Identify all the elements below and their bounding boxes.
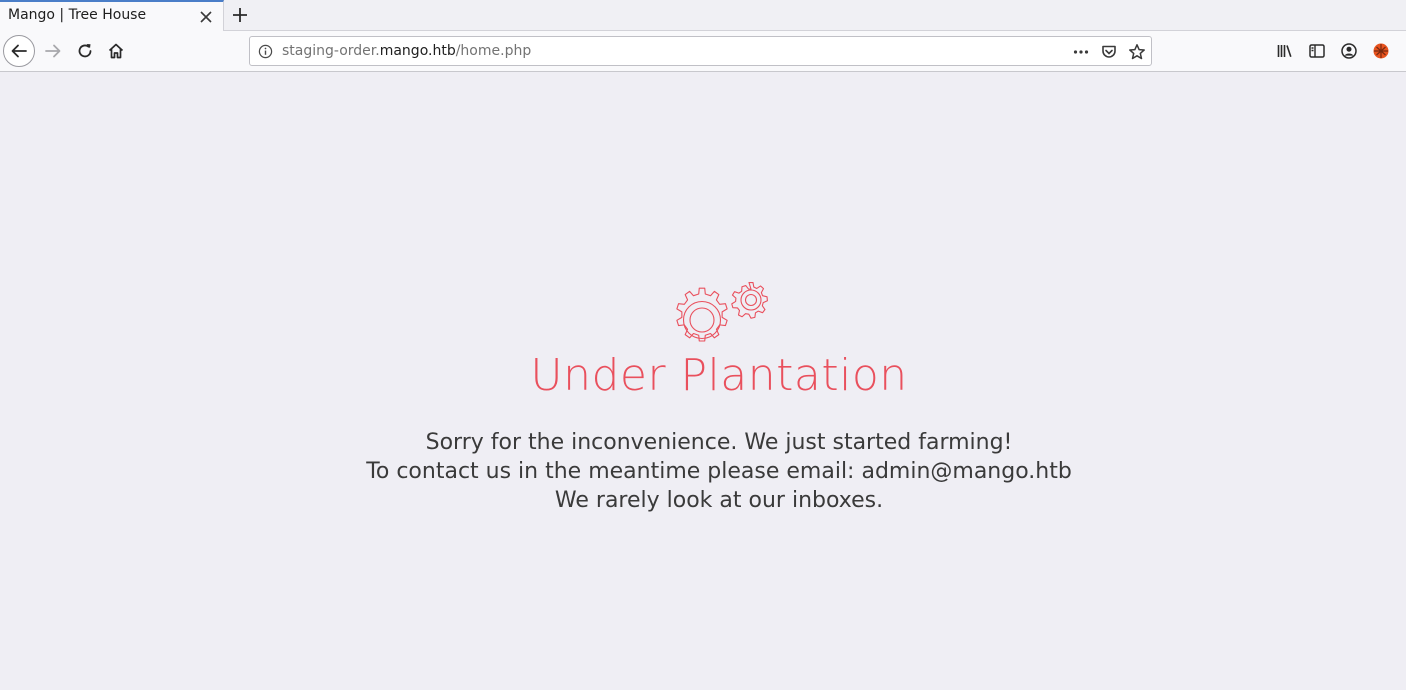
home-button[interactable] [100, 35, 132, 67]
navigation-toolbar: staging-order.mango.htb/home.php [0, 31, 1406, 72]
back-arrow-icon [11, 44, 27, 58]
url-domain: mango.htb [379, 43, 456, 59]
url-path: /home.php [455, 43, 532, 59]
tab-strip: Mango | Tree House [0, 0, 1406, 31]
sidebar-icon[interactable] [1308, 42, 1326, 60]
extension-icon[interactable] [1372, 42, 1390, 60]
address-bar[interactable]: staging-order.mango.htb/home.php [249, 36, 1152, 66]
account-icon[interactable] [1340, 42, 1358, 60]
message-line-2: To contact us in the meantime please ema… [366, 459, 1072, 484]
page-title: Under Plantation [530, 350, 908, 401]
star-icon[interactable] [1128, 43, 1146, 61]
reload-icon [78, 44, 92, 58]
forward-button[interactable] [37, 35, 69, 67]
forward-arrow-icon [45, 44, 61, 58]
message-line-3: We rarely look at our inboxes. [554, 488, 884, 513]
url-text[interactable]: staging-order.mango.htb/home.php [282, 43, 531, 59]
tab-title: Mango | Tree House [8, 7, 147, 23]
close-icon[interactable] [198, 9, 214, 25]
home-icon [108, 43, 124, 59]
page-content: Under Plantation Sorry for the inconveni… [0, 72, 1406, 690]
more-dots-icon[interactable] [1072, 43, 1090, 61]
gears-icon [676, 282, 768, 342]
library-icon[interactable] [1276, 42, 1294, 60]
info-icon[interactable] [258, 44, 273, 59]
back-button[interactable] [3, 35, 35, 67]
url-prefix: staging-order. [282, 43, 380, 59]
plus-icon[interactable] [230, 5, 250, 25]
reload-button[interactable] [69, 35, 101, 67]
message-line-1: Sorry for the inconvenience. We just sta… [425, 430, 1013, 455]
active-tab[interactable]: Mango | Tree House [0, 0, 224, 31]
pocket-icon[interactable] [1100, 43, 1118, 61]
